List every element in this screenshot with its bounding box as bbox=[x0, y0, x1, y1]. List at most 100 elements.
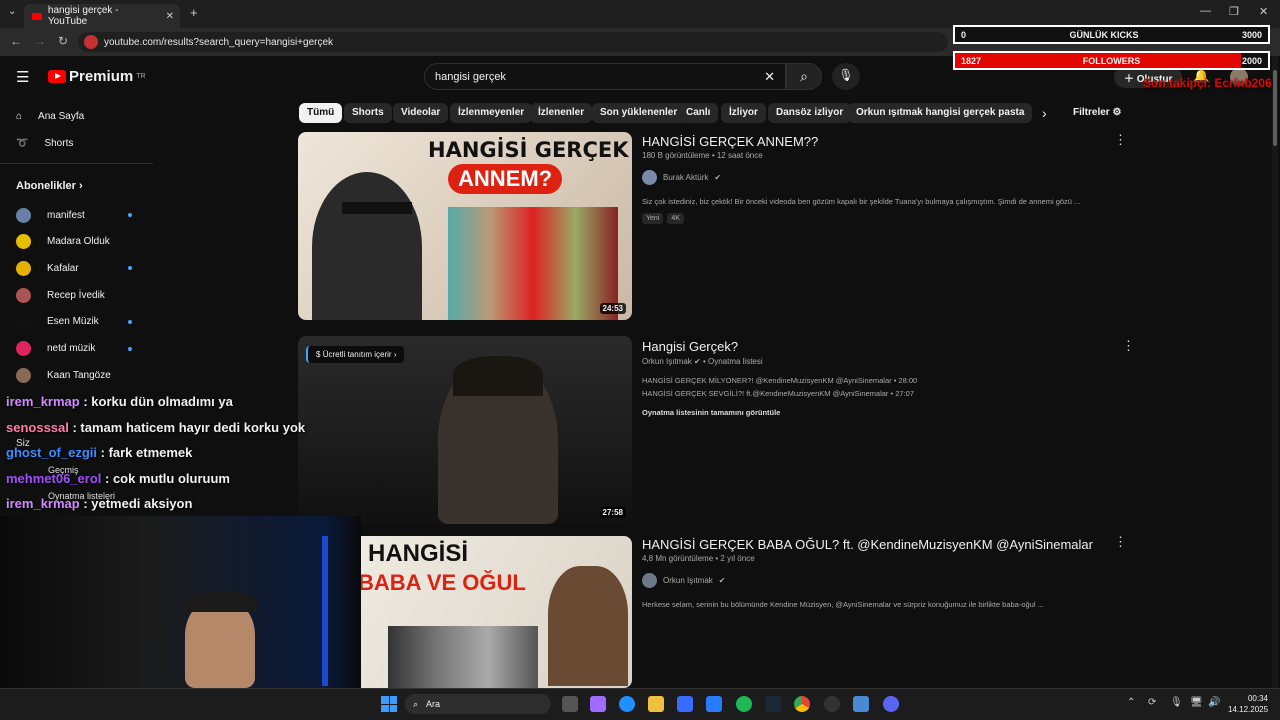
new-content-dot bbox=[128, 266, 132, 271]
home-icon: ⌂ bbox=[16, 110, 23, 122]
tray-overflow-icon[interactable]: ⌃ bbox=[1127, 697, 1135, 708]
thumbnail-text: HANGİSİ bbox=[368, 540, 469, 567]
filter-chip[interactable]: Dansöz izliyor bbox=[768, 103, 852, 123]
chat-username: senosssal bbox=[6, 419, 69, 435]
search-button[interactable]: ⌕ bbox=[786, 63, 822, 90]
sidebar-channel[interactable]: Esen Müzik bbox=[16, 312, 99, 332]
more-options-icon[interactable]: ⋮ bbox=[1114, 132, 1127, 148]
video-title[interactable]: HANGİSİ GERÇEK ANNEM?? bbox=[642, 134, 818, 149]
video-title[interactable]: HANGİSİ GERÇEK BABA OĞUL? ft. @KendineMu… bbox=[642, 537, 1093, 552]
new-content-dot bbox=[128, 213, 132, 217]
channel-avatar bbox=[16, 367, 31, 383]
filter-chip[interactable]: İzlenenler bbox=[530, 103, 593, 123]
youtube-premium-logo[interactable]: Premium TR bbox=[48, 68, 146, 85]
sliders-icon: ⚙ bbox=[1112, 107, 1122, 118]
steam-icon[interactable] bbox=[765, 696, 781, 712]
volume-icon[interactable]: 🔊 bbox=[1208, 697, 1220, 708]
spotify-icon[interactable] bbox=[736, 696, 752, 712]
filter-chip[interactable]: İzliyor bbox=[721, 103, 766, 123]
paid-promotion-label[interactable]: $ Ücretli tanıtım içerir › bbox=[306, 346, 405, 363]
voice-search-button[interactable]: 🎙 bbox=[832, 63, 860, 90]
sidebar-item-home[interactable]: ⌂ Ana Sayfa bbox=[16, 106, 84, 126]
playlist-thumbnail[interactable]: $ Ücretli tanıtım içerir › 27:58 bbox=[298, 336, 632, 524]
channel-name: Kaan Tangöze bbox=[47, 369, 111, 381]
tab-list-icon[interactable]: ⌄ bbox=[8, 6, 16, 17]
filters-button[interactable]: Filtreler ⚙ bbox=[1073, 107, 1121, 118]
address-bar[interactable]: youtube.com/results?search_query=hangisi… bbox=[78, 32, 948, 52]
close-tab-icon[interactable]: ✕ bbox=[166, 11, 174, 22]
back-icon[interactable]: ← bbox=[10, 34, 22, 48]
copilot-icon[interactable] bbox=[590, 696, 606, 712]
new-tab-icon[interactable]: + bbox=[190, 5, 198, 20]
view-full-playlist-link[interactable]: Oynatma listesinin tamamını görüntüle bbox=[642, 408, 780, 417]
minimize-icon[interactable]: — bbox=[1200, 5, 1211, 17]
app-icon[interactable] bbox=[853, 696, 869, 712]
task-view-icon[interactable] bbox=[562, 696, 578, 712]
chrome-icon[interactable] bbox=[794, 696, 810, 712]
search-input[interactable]: hangisi gerçek ✕ bbox=[424, 63, 786, 90]
sidebar-item-label: Ana Sayfa bbox=[38, 110, 85, 122]
sidebar-channel[interactable]: manifest bbox=[16, 205, 85, 225]
microphone-tray-icon[interactable]: 🎙 bbox=[1170, 697, 1183, 708]
kicks-goal: 3000 bbox=[1241, 29, 1262, 40]
chips-next-icon[interactable]: › bbox=[1042, 105, 1047, 121]
file-explorer-icon[interactable] bbox=[648, 696, 664, 712]
page-scrollbar[interactable] bbox=[1272, 56, 1278, 688]
mail-icon[interactable] bbox=[706, 696, 722, 712]
restore-icon[interactable]: ❐ bbox=[1229, 5, 1239, 18]
sync-icon[interactable]: ⟳ bbox=[1148, 697, 1156, 708]
filter-chip[interactable]: Orkun ışıtmak hangisi gerçek pasta bbox=[848, 103, 1033, 123]
filter-chip[interactable]: Tümü bbox=[299, 103, 343, 123]
streamer-figure bbox=[185, 600, 255, 688]
tab-title: hangisi gerçek - YouTube bbox=[47, 5, 119, 27]
sidebar-channel[interactable]: Recep İvedik bbox=[16, 285, 105, 305]
sidebar-channel[interactable]: netd müzik bbox=[16, 339, 95, 359]
filter-chip[interactable]: Shorts bbox=[344, 103, 392, 123]
thumbnail-group bbox=[388, 626, 538, 688]
filter-chip[interactable]: Son yüklenenler bbox=[592, 103, 686, 123]
new-content-dot bbox=[128, 346, 132, 351]
playlist-video-line[interactable]: HANGİSİ GERÇEK MİLYONER?! @KendineMuzisy… bbox=[642, 376, 917, 385]
more-options-icon[interactable]: ⋮ bbox=[1114, 534, 1127, 550]
filter-chip[interactable]: İzlenmeyenler bbox=[450, 103, 533, 123]
channel-link[interactable]: Burak Aktürk ✔ bbox=[642, 170, 721, 185]
obs-icon[interactable] bbox=[824, 696, 840, 712]
discord-icon[interactable] bbox=[883, 696, 899, 712]
taskbar-search[interactable]: ⌕ Ara bbox=[405, 694, 551, 714]
video-badges: Yeni 4K bbox=[642, 213, 684, 224]
playlist-video-line[interactable]: HANGİSİ GERÇEK SEVGİLİ?! ft.@KendineMuzi… bbox=[642, 389, 914, 398]
channel-name[interactable]: Orkun Işıtmak bbox=[642, 357, 692, 366]
channel-name: Burak Aktürk bbox=[663, 173, 709, 182]
start-button[interactable] bbox=[381, 696, 397, 712]
forward-icon[interactable]: → bbox=[34, 34, 46, 48]
filter-chip[interactable]: Videolar bbox=[393, 103, 449, 123]
video-thumbnail[interactable]: HANGİSİ GERÇEK ANNEM? 24:53 bbox=[298, 132, 632, 320]
paid-text: Ücretli tanıtım içerir bbox=[322, 350, 392, 359]
clear-search-icon[interactable]: ✕ bbox=[764, 69, 775, 85]
more-options-icon[interactable]: ⋮ bbox=[1122, 338, 1135, 354]
network-icon[interactable]: 🖥 bbox=[1190, 697, 1203, 708]
channel-avatar bbox=[16, 341, 31, 356]
sidebar-item-shorts[interactable]: ➰ Shorts bbox=[16, 133, 73, 153]
site-info-icon[interactable] bbox=[84, 35, 98, 49]
chat-username: ghost_of_ezgii bbox=[6, 445, 98, 460]
channel-link[interactable]: Orkun Işıtmak ✔ bbox=[642, 573, 726, 588]
edge-icon[interactable] bbox=[619, 696, 635, 712]
filter-chip[interactable]: Canlı bbox=[678, 103, 719, 123]
reload-icon[interactable]: ↻ bbox=[58, 34, 68, 48]
channel-name: netd müzik bbox=[47, 343, 96, 354]
playlist-title[interactable]: Hangisi Gerçek? bbox=[642, 339, 738, 354]
sidebar-channel[interactable]: Madara Olduk bbox=[16, 232, 110, 252]
sidebar-channel[interactable]: Kaan Tangöze bbox=[16, 365, 111, 385]
scrollbar-thumb[interactable] bbox=[1273, 70, 1277, 146]
window-close-icon[interactable]: ✕ bbox=[1259, 5, 1268, 18]
subscriptions-heading[interactable]: Abonelikler › bbox=[16, 180, 83, 192]
logo-text: Premium bbox=[69, 68, 134, 85]
sidebar-channel[interactable]: Kafalar bbox=[16, 258, 79, 278]
store-icon[interactable] bbox=[677, 696, 693, 712]
channel-name: Orkun Işıtmak bbox=[663, 576, 713, 585]
mic-icon: 🎙 bbox=[838, 68, 854, 82]
menu-icon[interactable]: ☰ bbox=[16, 68, 29, 86]
clock[interactable]: 00:34 14.12.2025 bbox=[1228, 693, 1268, 715]
browser-tab[interactable]: hangisi gerçek - YouTube ✕ bbox=[24, 4, 180, 28]
